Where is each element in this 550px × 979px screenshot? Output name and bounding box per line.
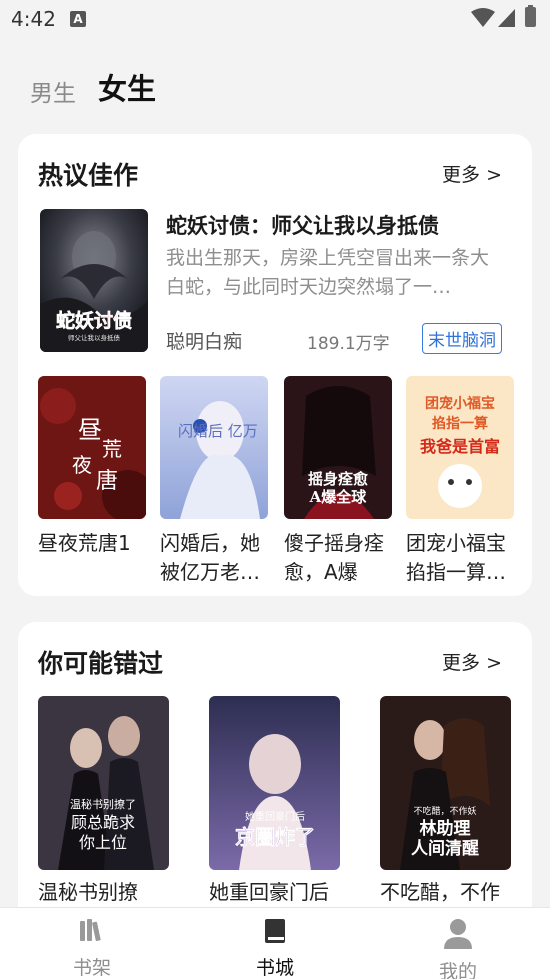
nav-label: 书城 — [255, 957, 294, 979]
featured-book-author: 聪明白痴 — [166, 331, 243, 353]
status-time: 4:42 — [11, 7, 56, 31]
svg-text:人间清醒: 人间清醒 — [411, 838, 479, 859]
book-item[interactable]: 昼 荒 夜 唐 昼夜荒唐1 — [38, 376, 146, 587]
svg-text:夜: 夜 — [72, 453, 92, 477]
nav-bookstore[interactable]: 书城 — [220, 908, 330, 979]
signal-icon — [498, 9, 515, 27]
svg-text:唐: 唐 — [96, 469, 118, 494]
featured-book-title[interactable]: 蛇妖讨债：师父让我以身抵债 — [166, 210, 439, 240]
book-title: 温秘书别撩 — [38, 880, 138, 904]
tab-female[interactable]: 女生 — [98, 66, 156, 108]
book-item[interactable]: 她重回豪门后 京圈炸了 她重回豪门后 — [209, 696, 340, 906]
person-icon — [444, 919, 472, 949]
notification-a-icon: A — [70, 11, 86, 27]
svg-text:京圈炸了: 京圈炸了 — [235, 825, 315, 849]
book-title: 闪婚后，她被亿万老… — [160, 531, 260, 584]
svg-text:闪婚后 亿万: 闪婚后 亿万 — [178, 422, 258, 440]
nav-profile[interactable]: 我的 — [403, 908, 513, 979]
svg-text:温秘书别撩了: 温秘书别撩了 — [70, 797, 136, 811]
section-title: 你可能错过 — [38, 649, 164, 678]
featured-book-description: 我出生那天，房梁上凭空冒出来一条大白蛇，与此同时天边突然塌了一… — [166, 247, 490, 298]
book-cover[interactable]: 不吃醋，不作妖 林助理 人间清醒 — [380, 696, 511, 870]
featured-book-cover[interactable]: 蛇妖讨债 师父让我以身抵债 — [40, 209, 148, 352]
book-item[interactable]: 温秘书别撩了 顾总跪求 你上位 温秘书别撩 — [38, 696, 169, 906]
featured-book-word-count: 189.1万字 — [307, 334, 390, 354]
tab-male[interactable]: 男生 — [30, 74, 76, 108]
book-item[interactable]: 不吃醋，不作妖 林助理 人间清醒 不吃醋，不作 — [380, 696, 511, 906]
bookshelf-icon — [80, 919, 101, 942]
svg-text:你上位: 你上位 — [79, 833, 127, 852]
gender-tabs: 男生 女生 — [30, 68, 156, 108]
book-title: 不吃醋，不作 — [380, 880, 500, 904]
book-icon — [265, 919, 285, 943]
book-cover[interactable]: 温秘书别撩了 顾总跪求 你上位 — [38, 696, 169, 870]
svg-text:摇身痊愈: 摇身痊愈 — [308, 470, 369, 488]
svg-text:顾总跪求: 顾总跪求 — [71, 813, 135, 832]
book-cover[interactable]: 摇身痊愈 A爆全球 — [284, 376, 392, 519]
book-cover[interactable]: 团宠小福宝 掐指一算 我爸是首富 — [406, 376, 514, 519]
svg-text:掐指一算: 掐指一算 — [432, 415, 488, 432]
svg-text:蛇妖讨债: 蛇妖讨债 — [56, 309, 132, 332]
book-cover[interactable]: 闪婚后 亿万 — [160, 376, 268, 519]
more-link[interactable]: 更多 > — [442, 648, 502, 675]
svg-text:她重回豪门后: 她重回豪门后 — [245, 810, 305, 823]
svg-text:不吃醋，不作妖: 不吃醋，不作妖 — [413, 805, 476, 817]
svg-text:我爸是首富: 我爸是首富 — [420, 437, 500, 456]
bottom-nav: 书架 书城 我的 — [0, 907, 550, 979]
book-title: 傻子摇身痊愈，A爆全… — [284, 531, 384, 584]
svg-text:昼: 昼 — [78, 416, 102, 444]
svg-text:荒: 荒 — [102, 437, 122, 461]
book-cover[interactable]: 她重回豪门后 京圈炸了 — [209, 696, 340, 870]
svg-text:林助理: 林助理 — [420, 818, 471, 839]
book-title: 团宠小福宝掐指一算… — [406, 531, 506, 584]
nav-bookshelf[interactable]: 书架 — [37, 908, 147, 979]
section-title: 热议佳作 — [38, 161, 139, 190]
book-title: 她重回豪门后 — [209, 880, 329, 904]
hot-picks-card: 热议佳作 更多 > 蛇妖讨债 师父让我以身抵债 蛇妖讨债：师父让我以身抵债 我出… — [18, 134, 532, 596]
book-item[interactable]: 摇身痊愈 A爆全球 傻子摇身痊愈，A爆全… — [284, 376, 392, 587]
book-item[interactable]: 闪婚后 亿万 闪婚后，她被亿万老… — [160, 376, 268, 587]
battery-icon — [525, 5, 536, 27]
svg-text:A爆全球: A爆全球 — [309, 488, 368, 506]
missed-card: 你可能错过 更多 > 温秘书别撩了 顾总跪求 你上位 温秘书别撩 她重回豪门后 … — [18, 622, 532, 922]
book-item[interactable]: 团宠小福宝 掐指一算 我爸是首富 团宠小福宝掐指一算… — [406, 376, 514, 587]
nav-label: 书架 — [72, 957, 111, 979]
svg-text:团宠小福宝: 团宠小福宝 — [425, 395, 495, 412]
more-link[interactable]: 更多 > — [442, 160, 502, 187]
featured-book-tag[interactable]: 末世脑洞 — [422, 323, 502, 354]
book-cover[interactable]: 昼 荒 夜 唐 — [38, 376, 146, 519]
svg-text:师父让我以身抵债: 师父让我以身抵债 — [68, 333, 121, 342]
book-title: 昼夜荒唐1 — [38, 531, 131, 555]
status-bar: 4:42 A — [0, 0, 550, 38]
nav-label: 我的 — [438, 961, 477, 979]
wifi-icon — [471, 8, 495, 27]
